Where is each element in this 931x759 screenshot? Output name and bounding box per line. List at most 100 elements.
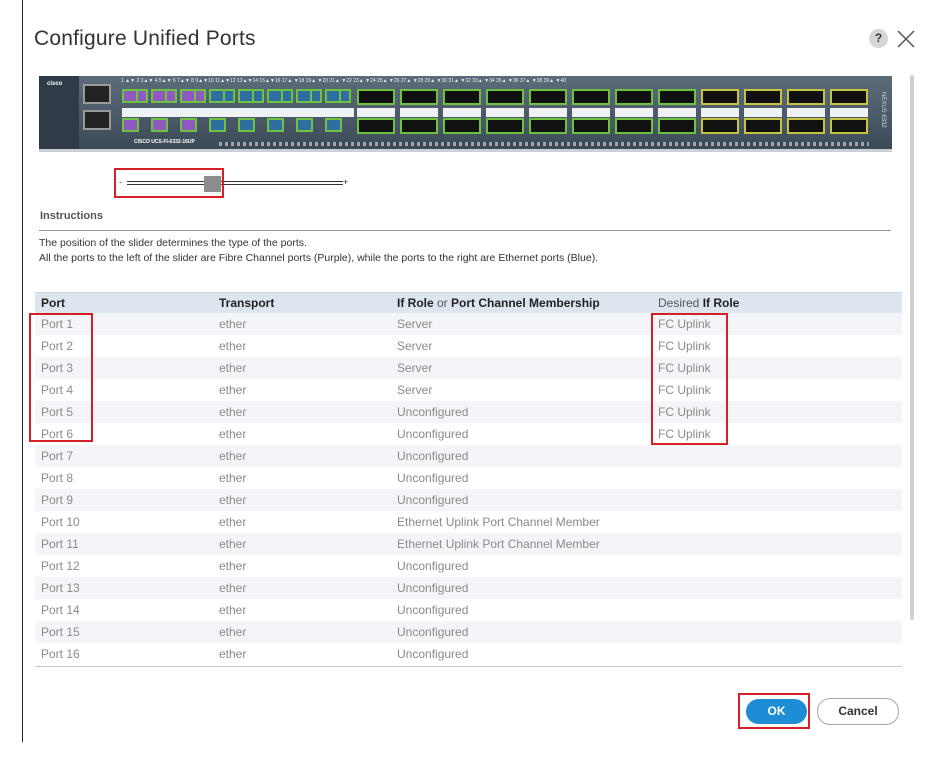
qsfp-port	[830, 118, 868, 134]
transport-cell: ether	[219, 317, 247, 331]
qsfp-label-strip	[572, 108, 610, 117]
column-header-if-role[interactable]: If Role or Port Channel Membership	[397, 296, 600, 310]
transport-cell: ether	[219, 427, 247, 441]
column-header-port[interactable]: Port	[41, 296, 65, 310]
slider-min-label: -	[119, 177, 122, 187]
qsfp-port	[443, 89, 481, 105]
qsfp-port	[787, 89, 825, 105]
if-role-cell: Server	[397, 317, 433, 331]
instructions-line-1: The position of the slider determines th…	[39, 237, 307, 249]
table-row[interactable]: Port 1 ether Server FC Uplink	[35, 313, 902, 335]
qsfp-port	[400, 89, 438, 105]
desired-role-cell: FC Uplink	[658, 317, 711, 331]
table-row[interactable]: Port 6 ether Unconfigured FC Uplink	[35, 423, 902, 445]
if-role-cell: Unconfigured	[397, 625, 469, 639]
instructions-heading: Instructions	[40, 210, 103, 222]
help-icon[interactable]: ?	[869, 29, 888, 48]
qsfp-label-strip	[486, 108, 524, 117]
column-header-transport[interactable]: Transport	[219, 296, 274, 310]
unified-port-lane	[281, 89, 293, 103]
transport-cell: ether	[219, 537, 247, 551]
if-role-cell: Ethernet Uplink Port Channel Member	[397, 537, 600, 551]
window-edge	[22, 0, 23, 742]
transport-cell: ether	[219, 493, 247, 507]
unified-port-lane	[223, 89, 235, 103]
port-cell: Port 8	[41, 471, 74, 485]
if-role-cell: Ethernet Uplink Port Channel Member	[397, 515, 600, 529]
desired-role-cell: FC Uplink	[658, 383, 711, 397]
table-row[interactable]: Port 9 ether Unconfigured	[35, 489, 902, 511]
transport-cell: ether	[219, 625, 247, 639]
port-cell: Port 3	[41, 361, 74, 375]
table-row[interactable]: Port 3 ether Server FC Uplink	[35, 357, 902, 379]
table-row[interactable]: Port 10 ether Ethernet Uplink Port Channel…	[35, 511, 902, 533]
table-row[interactable]: Port 14 ether Unconfigured	[35, 599, 902, 621]
column-header-desired-role[interactable]: Desired If Role	[658, 296, 739, 310]
transport-cell: ether	[219, 405, 247, 419]
qsfp-port	[357, 118, 395, 134]
transport-cell: ether	[219, 603, 247, 617]
unified-port	[180, 118, 197, 132]
port-type-slider-thumb[interactable]	[204, 176, 221, 192]
desired-role-cell: FC Uplink	[658, 339, 711, 353]
if-role-cell: Unconfigured	[397, 647, 469, 661]
qsfp-label-strip	[443, 108, 481, 117]
switch-side-label: NEXUS 6332	[880, 92, 886, 128]
if-role-cell: Server	[397, 339, 433, 353]
instructions-divider	[39, 230, 891, 231]
table-row[interactable]: Port 16 ether Unconfigured	[35, 643, 902, 665]
qsfp-port	[572, 89, 610, 105]
close-icon[interactable]	[894, 25, 918, 51]
qsfp-port	[658, 89, 696, 105]
unified-port	[151, 118, 168, 132]
qsfp-port	[400, 118, 438, 134]
if-role-cell: Unconfigured	[397, 603, 469, 617]
table-row[interactable]: Port 4 ether Server FC Uplink	[35, 379, 902, 401]
unified-port-lane	[252, 89, 264, 103]
qsfp-label-strip	[615, 108, 653, 117]
port-cell: Port 9	[41, 493, 74, 507]
switch-faceplate-image: cisco 1 ▲▼ 2 3▲▼ 4 5▲▼ 6 7▲▼ 8 9▲▼10 11▲…	[39, 76, 892, 152]
port-cell: Port 1	[41, 317, 74, 331]
port-cell: Port 10	[41, 515, 80, 529]
table-row[interactable]: Port 7 ether Unconfigured	[35, 445, 902, 467]
port-cell: Port 14	[41, 603, 80, 617]
if-role-cell: Server	[397, 383, 433, 397]
transport-cell: ether	[219, 383, 247, 397]
table-row[interactable]: Port 5 ether Unconfigured FC Uplink	[35, 401, 902, 423]
transport-cell: ether	[219, 471, 247, 485]
port-cell: Port 13	[41, 581, 80, 595]
mgmt-port-icon	[83, 84, 111, 104]
qsfp-port	[357, 89, 395, 105]
ok-button[interactable]: OK	[746, 699, 807, 724]
dialog-scrollbar[interactable]	[910, 75, 914, 620]
qsfp-port	[830, 89, 868, 105]
unified-port	[325, 118, 342, 132]
unified-port-lane	[136, 89, 148, 103]
unified-port	[296, 118, 313, 132]
table-row[interactable]: Port 15 ether Unconfigured	[35, 621, 902, 643]
unified-port	[238, 118, 255, 132]
transport-cell: ether	[219, 339, 247, 353]
qsfp-label-strip	[529, 108, 567, 117]
table-row[interactable]: Port 12 ether Unconfigured	[35, 555, 902, 577]
desired-role-cell: FC Uplink	[658, 405, 711, 419]
table-header: Port Transport If Role or Port Channel M…	[35, 292, 902, 313]
qsfp-label-strip	[400, 108, 438, 117]
if-role-cell: Unconfigured	[397, 449, 469, 463]
table-bottom-border	[35, 666, 902, 667]
qsfp-port	[744, 89, 782, 105]
table-row[interactable]: Port 11 ether Ethernet Uplink Port Channel…	[35, 533, 902, 555]
port-cell: Port 4	[41, 383, 74, 397]
table-row[interactable]: Port 13 ether Unconfigured	[35, 577, 902, 599]
if-role-cell: Unconfigured	[397, 427, 469, 441]
table-row[interactable]: Port 8 ether Unconfigured	[35, 467, 902, 489]
slider-max-label: +	[343, 177, 349, 187]
port-type-slider-track[interactable]	[127, 181, 343, 185]
if-role-cell: Unconfigured	[397, 471, 469, 485]
qsfp-port	[701, 118, 739, 134]
port-cell: Port 2	[41, 339, 74, 353]
ports-table: Port Transport If Role or Port Channel M…	[35, 292, 902, 665]
cancel-button[interactable]: Cancel	[817, 698, 899, 725]
table-row[interactable]: Port 2 ether Server FC Uplink	[35, 335, 902, 357]
